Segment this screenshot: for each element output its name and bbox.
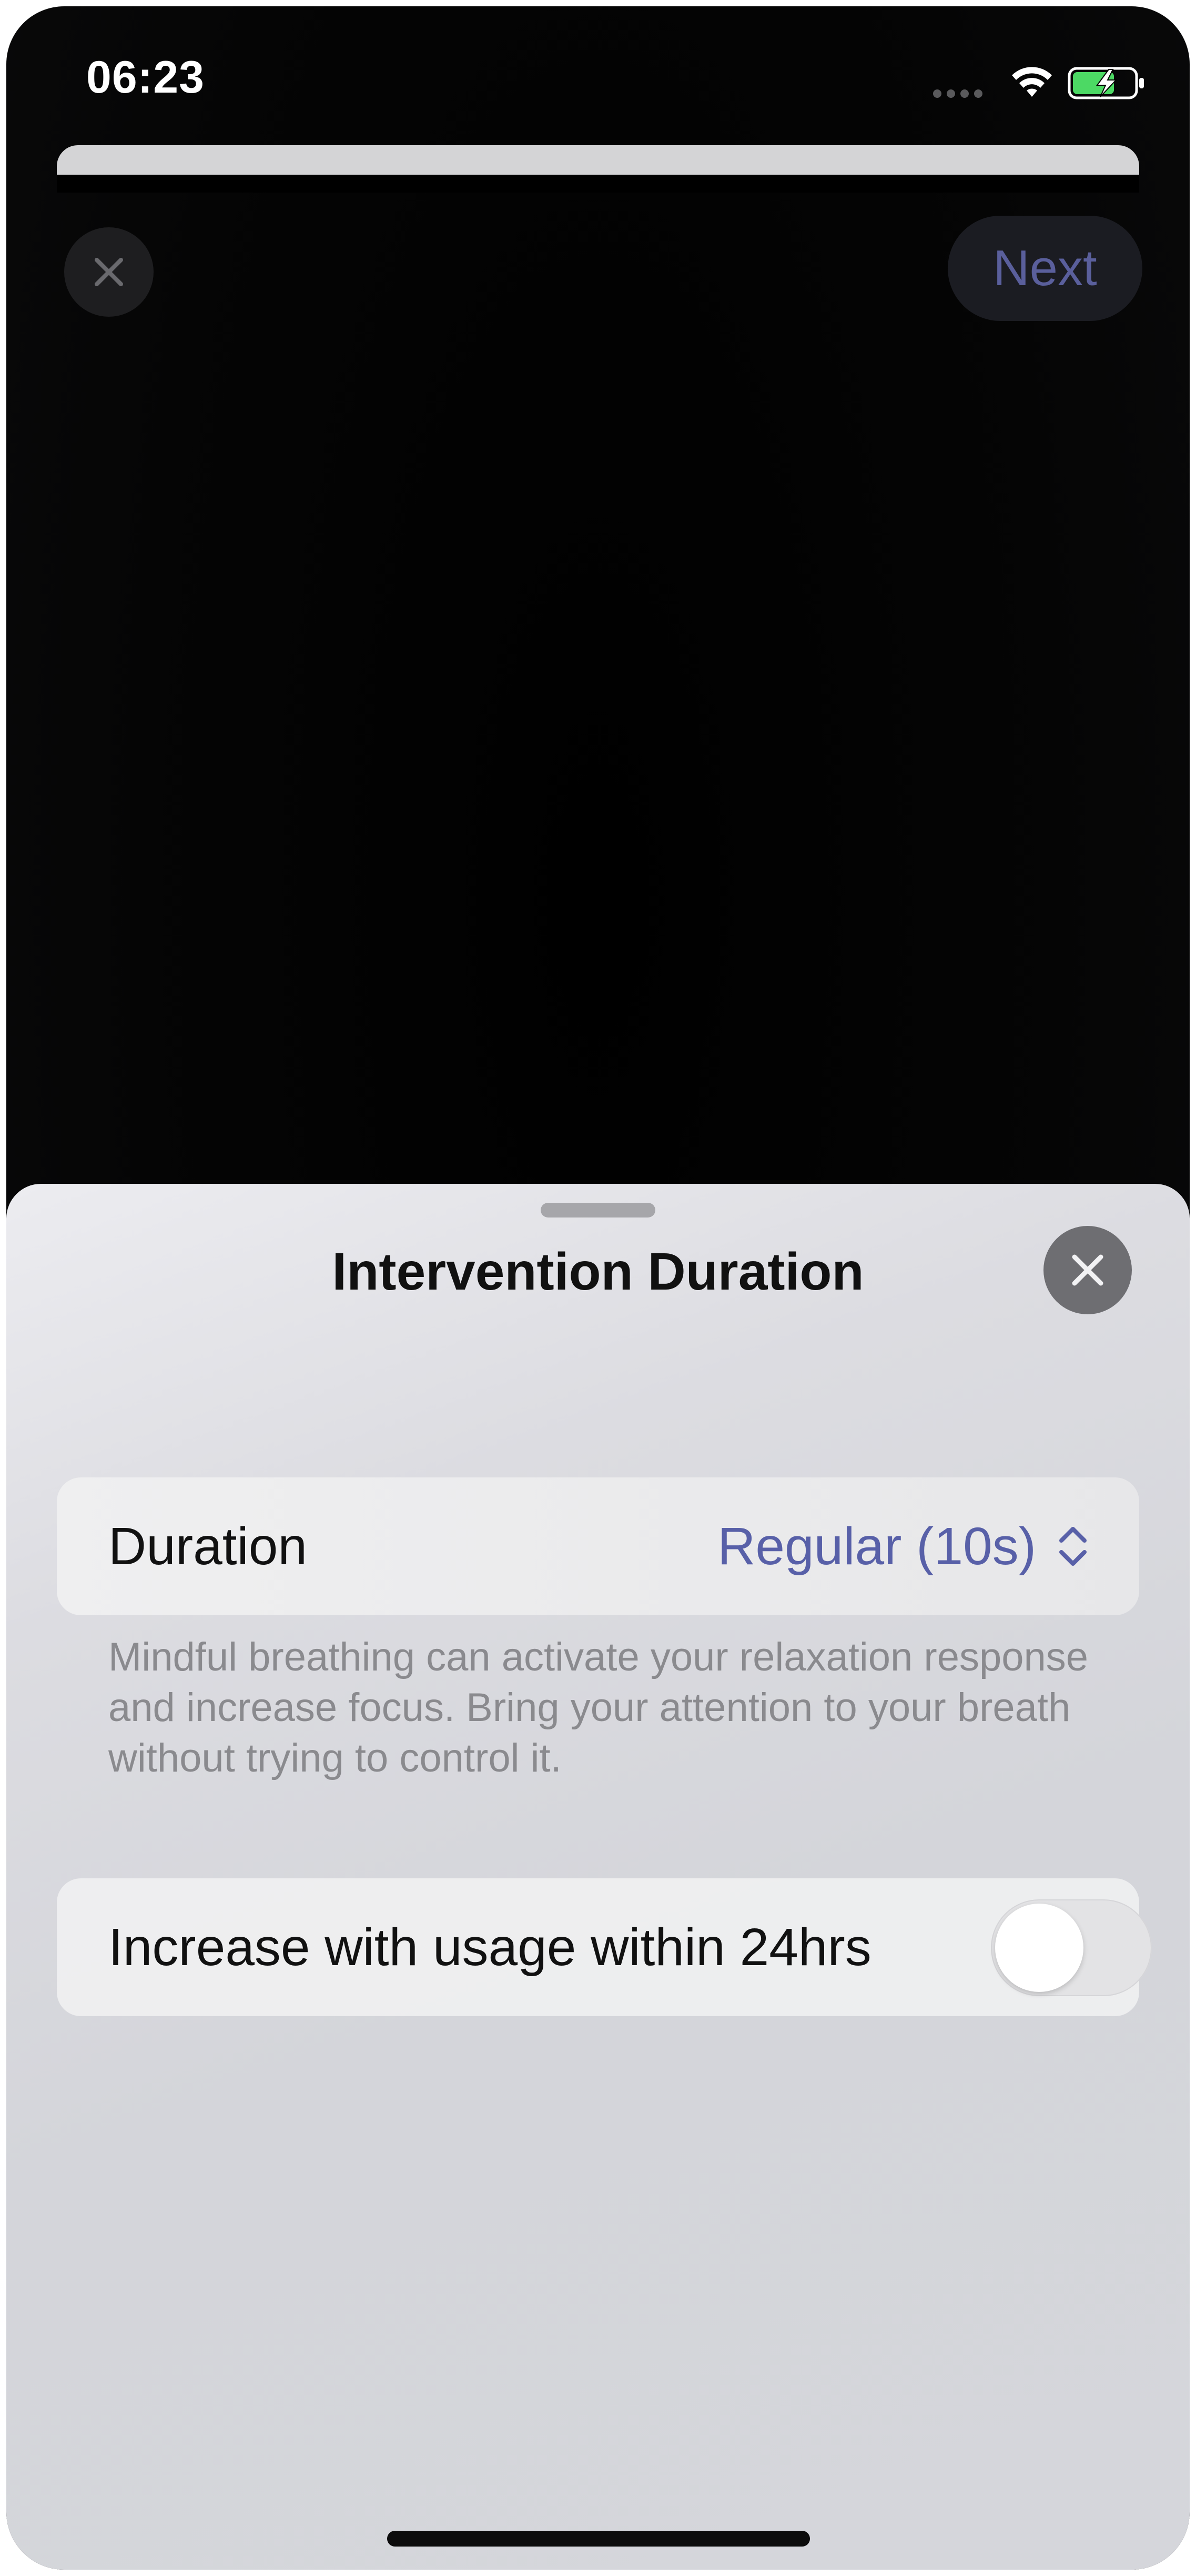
background-close-button[interactable] bbox=[64, 227, 154, 317]
background-card-edge bbox=[57, 145, 1139, 193]
duration-picker[interactable]: Regular (10s) bbox=[717, 1477, 1089, 1615]
increase-usage-label: Increase with usage within 24hrs bbox=[108, 1917, 871, 1977]
duration-label: Duration bbox=[108, 1516, 307, 1576]
home-indicator[interactable] bbox=[387, 2531, 810, 2547]
duration-row[interactable]: Duration Regular (10s) bbox=[57, 1477, 1139, 1615]
toggle-knob bbox=[995, 1904, 1083, 1992]
status-time: 06:23 bbox=[86, 52, 205, 103]
next-button[interactable]: Next bbox=[948, 216, 1142, 321]
chevron-up-down-icon bbox=[1059, 1527, 1087, 1566]
increase-usage-toggle[interactable] bbox=[991, 1899, 1152, 1996]
close-icon bbox=[95, 258, 123, 286]
sheet-grabber[interactable] bbox=[541, 1203, 655, 1217]
duration-description: Mindful breathing can activate your rela… bbox=[108, 1635, 1089, 1780]
increase-usage-row: Increase with usage within 24hrs bbox=[57, 1878, 1152, 2016]
sheet-title: Intervention Duration bbox=[332, 1242, 864, 1301]
close-icon bbox=[1072, 1254, 1103, 1286]
intervention-duration-sheet: Intervention Duration Duration Regular (… bbox=[6, 1184, 1190, 2570]
phone-screen: 06:23 Next Intervention Duration Duratio… bbox=[6, 6, 1190, 2570]
battery-charging-icon bbox=[1068, 67, 1144, 99]
wifi-icon bbox=[1012, 67, 1052, 97]
cellular-icon bbox=[933, 89, 982, 98]
duration-value: Regular (10s) bbox=[717, 1516, 1036, 1576]
sheet-close-button[interactable] bbox=[1043, 1226, 1132, 1314]
